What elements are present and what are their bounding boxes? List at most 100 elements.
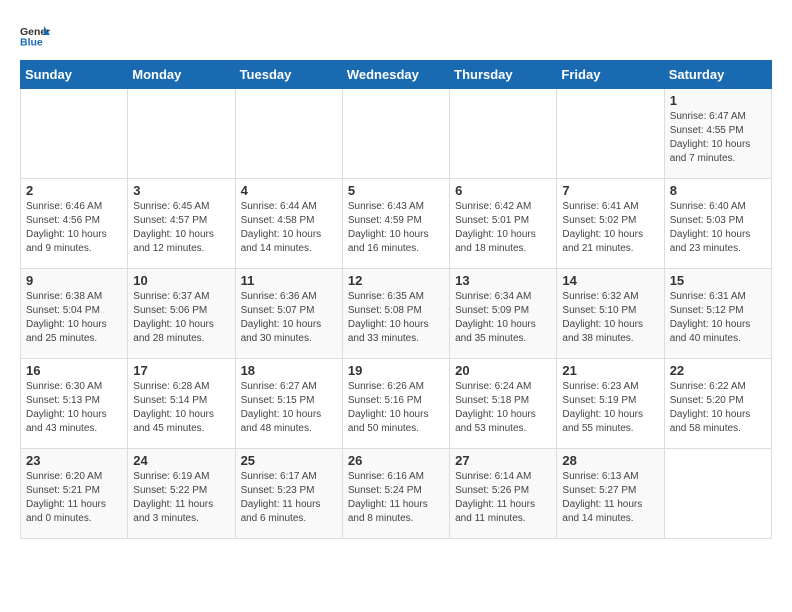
calendar-cell: 28 Sunrise: 6:13 AM Sunset: 5:27 PM Dayli… (557, 449, 664, 539)
svg-text:Blue: Blue (20, 37, 43, 49)
week-row-4: 16Sunrise: 6:30 AM Sunset: 5:13 PM Dayli… (21, 359, 772, 449)
calendar-cell: 15Sunrise: 6:31 AM Sunset: 5:12 PM Dayli… (664, 269, 771, 359)
day-info: Sunrise: 6:36 AM Sunset: 5:07 PM Dayligh… (241, 290, 337, 346)
calendar-cell: 21Sunrise: 6:23 AM Sunset: 5:19 PM Dayli… (557, 359, 664, 449)
day-number: 23 (26, 453, 122, 468)
day-info: Sunrise: 6:40 AM Sunset: 5:03 PM Dayligh… (670, 200, 766, 256)
header-day-wednesday: Wednesday (342, 61, 449, 89)
week-row-2: 2 Sunrise: 6:46 AM Sunset: 4:56 PM Daylig… (21, 179, 772, 269)
header-row: SundayMondayTuesdayWednesdayThursdayFrid… (21, 61, 772, 89)
day-number: 2 (26, 183, 122, 198)
calendar-header: SundayMondayTuesdayWednesdayThursdayFrid… (21, 61, 772, 89)
calendar-cell: 4 Sunrise: 6:44 AM Sunset: 4:58 PM Daylig… (235, 179, 342, 269)
day-info: Sunrise: 6:41 AM Sunset: 5:02 PM Dayligh… (562, 200, 658, 256)
calendar-body: 1 Sunrise: 6:47 AM Sunset: 4:55 PM Daylig… (21, 89, 772, 539)
day-info: Sunrise: 6:16 AM Sunset: 5:24 PM Dayligh… (348, 470, 444, 526)
day-number: 16 (26, 363, 122, 378)
day-number: 15 (670, 273, 766, 288)
calendar-cell: 9 Sunrise: 6:38 AM Sunset: 5:04 PM Daylig… (21, 269, 128, 359)
calendar-cell: 20 Sunrise: 6:24 AM Sunset: 5:18 PM Dayli… (450, 359, 557, 449)
calendar-cell: 1 Sunrise: 6:47 AM Sunset: 4:55 PM Daylig… (664, 89, 771, 179)
day-number: 9 (26, 273, 122, 288)
day-number: 28 (562, 453, 658, 468)
day-number: 11 (241, 273, 337, 288)
day-info: Sunrise: 6:27 AM Sunset: 5:15 PM Dayligh… (241, 380, 337, 436)
day-info: Sunrise: 6:38 AM Sunset: 5:04 PM Dayligh… (26, 290, 122, 346)
day-number: 19 (348, 363, 444, 378)
day-info: Sunrise: 6:22 AM Sunset: 5:20 PM Dayligh… (670, 380, 766, 436)
calendar-cell: 5 Sunrise: 6:43 AM Sunset: 4:59 PM Daylig… (342, 179, 449, 269)
header-day-monday: Monday (128, 61, 235, 89)
logo: General Blue (20, 20, 54, 50)
day-number: 5 (348, 183, 444, 198)
day-info: Sunrise: 6:13 AM Sunset: 5:27 PM Dayligh… (562, 470, 658, 526)
calendar-cell: 26Sunrise: 6:16 AM Sunset: 5:24 PM Dayli… (342, 449, 449, 539)
day-info: Sunrise: 6:20 AM Sunset: 5:21 PM Dayligh… (26, 470, 122, 526)
week-row-1: 1 Sunrise: 6:47 AM Sunset: 4:55 PM Daylig… (21, 89, 772, 179)
day-info: Sunrise: 6:45 AM Sunset: 4:57 PM Dayligh… (133, 200, 229, 256)
day-number: 4 (241, 183, 337, 198)
day-info: Sunrise: 6:43 AM Sunset: 4:59 PM Dayligh… (348, 200, 444, 256)
calendar-cell: 8Sunrise: 6:40 AM Sunset: 5:03 PM Daylig… (664, 179, 771, 269)
day-info: Sunrise: 6:14 AM Sunset: 5:26 PM Dayligh… (455, 470, 551, 526)
day-info: Sunrise: 6:46 AM Sunset: 4:56 PM Dayligh… (26, 200, 122, 256)
calendar-cell: 3 Sunrise: 6:45 AM Sunset: 4:57 PM Daylig… (128, 179, 235, 269)
calendar-cell: 27 Sunrise: 6:14 AM Sunset: 5:26 PM Dayli… (450, 449, 557, 539)
day-info: Sunrise: 6:44 AM Sunset: 4:58 PM Dayligh… (241, 200, 337, 256)
header-day-sunday: Sunday (21, 61, 128, 89)
calendar-cell: 22 Sunrise: 6:22 AM Sunset: 5:20 PM Dayli… (664, 359, 771, 449)
header: General Blue (20, 20, 772, 50)
calendar-cell: 10Sunrise: 6:37 AM Sunset: 5:06 PM Dayli… (128, 269, 235, 359)
day-number: 3 (133, 183, 229, 198)
calendar-cell (128, 89, 235, 179)
day-info: Sunrise: 6:34 AM Sunset: 5:09 PM Dayligh… (455, 290, 551, 346)
calendar-cell: 12Sunrise: 6:35 AM Sunset: 5:08 PM Dayli… (342, 269, 449, 359)
calendar-cell (342, 89, 449, 179)
calendar-cell: 17 Sunrise: 6:28 AM Sunset: 5:14 PM Dayli… (128, 359, 235, 449)
calendar-cell (235, 89, 342, 179)
day-info: Sunrise: 6:23 AM Sunset: 5:19 PM Dayligh… (562, 380, 658, 436)
calendar-cell: 2 Sunrise: 6:46 AM Sunset: 4:56 PM Daylig… (21, 179, 128, 269)
day-number: 18 (241, 363, 337, 378)
calendar-cell: 24 Sunrise: 6:19 AM Sunset: 5:22 PM Dayli… (128, 449, 235, 539)
day-number: 25 (241, 453, 337, 468)
day-number: 1 (670, 93, 766, 108)
day-number: 20 (455, 363, 551, 378)
calendar-cell (557, 89, 664, 179)
calendar-cell: 7 Sunrise: 6:41 AM Sunset: 5:02 PM Daylig… (557, 179, 664, 269)
day-info: Sunrise: 6:47 AM Sunset: 4:55 PM Dayligh… (670, 110, 766, 166)
header-day-thursday: Thursday (450, 61, 557, 89)
calendar-cell: 16Sunrise: 6:30 AM Sunset: 5:13 PM Dayli… (21, 359, 128, 449)
header-day-saturday: Saturday (664, 61, 771, 89)
day-number: 17 (133, 363, 229, 378)
day-info: Sunrise: 6:28 AM Sunset: 5:14 PM Dayligh… (133, 380, 229, 436)
calendar-cell: 13 Sunrise: 6:34 AM Sunset: 5:09 PM Dayli… (450, 269, 557, 359)
calendar-cell (450, 89, 557, 179)
calendar-cell: 11 Sunrise: 6:36 AM Sunset: 5:07 PM Dayli… (235, 269, 342, 359)
calendar-cell: 18 Sunrise: 6:27 AM Sunset: 5:15 PM Dayli… (235, 359, 342, 449)
day-number: 12 (348, 273, 444, 288)
day-info: Sunrise: 6:19 AM Sunset: 5:22 PM Dayligh… (133, 470, 229, 526)
day-info: Sunrise: 6:32 AM Sunset: 5:10 PM Dayligh… (562, 290, 658, 346)
day-number: 13 (455, 273, 551, 288)
day-info: Sunrise: 6:42 AM Sunset: 5:01 PM Dayligh… (455, 200, 551, 256)
week-row-3: 9 Sunrise: 6:38 AM Sunset: 5:04 PM Daylig… (21, 269, 772, 359)
calendar-cell (21, 89, 128, 179)
day-info: Sunrise: 6:17 AM Sunset: 5:23 PM Dayligh… (241, 470, 337, 526)
day-info: Sunrise: 6:26 AM Sunset: 5:16 PM Dayligh… (348, 380, 444, 436)
day-info: Sunrise: 6:24 AM Sunset: 5:18 PM Dayligh… (455, 380, 551, 436)
calendar-cell: 14Sunrise: 6:32 AM Sunset: 5:10 PM Dayli… (557, 269, 664, 359)
header-day-tuesday: Tuesday (235, 61, 342, 89)
day-number: 7 (562, 183, 658, 198)
day-number: 10 (133, 273, 229, 288)
day-number: 27 (455, 453, 551, 468)
calendar-table: SundayMondayTuesdayWednesdayThursdayFrid… (20, 60, 772, 539)
calendar-cell: 23 Sunrise: 6:20 AM Sunset: 5:21 PM Dayli… (21, 449, 128, 539)
calendar-cell (664, 449, 771, 539)
logo-icon: General Blue (20, 20, 50, 50)
day-number: 24 (133, 453, 229, 468)
day-number: 22 (670, 363, 766, 378)
calendar-cell: 25 Sunrise: 6:17 AM Sunset: 5:23 PM Dayli… (235, 449, 342, 539)
week-row-5: 23 Sunrise: 6:20 AM Sunset: 5:21 PM Dayli… (21, 449, 772, 539)
day-number: 6 (455, 183, 551, 198)
